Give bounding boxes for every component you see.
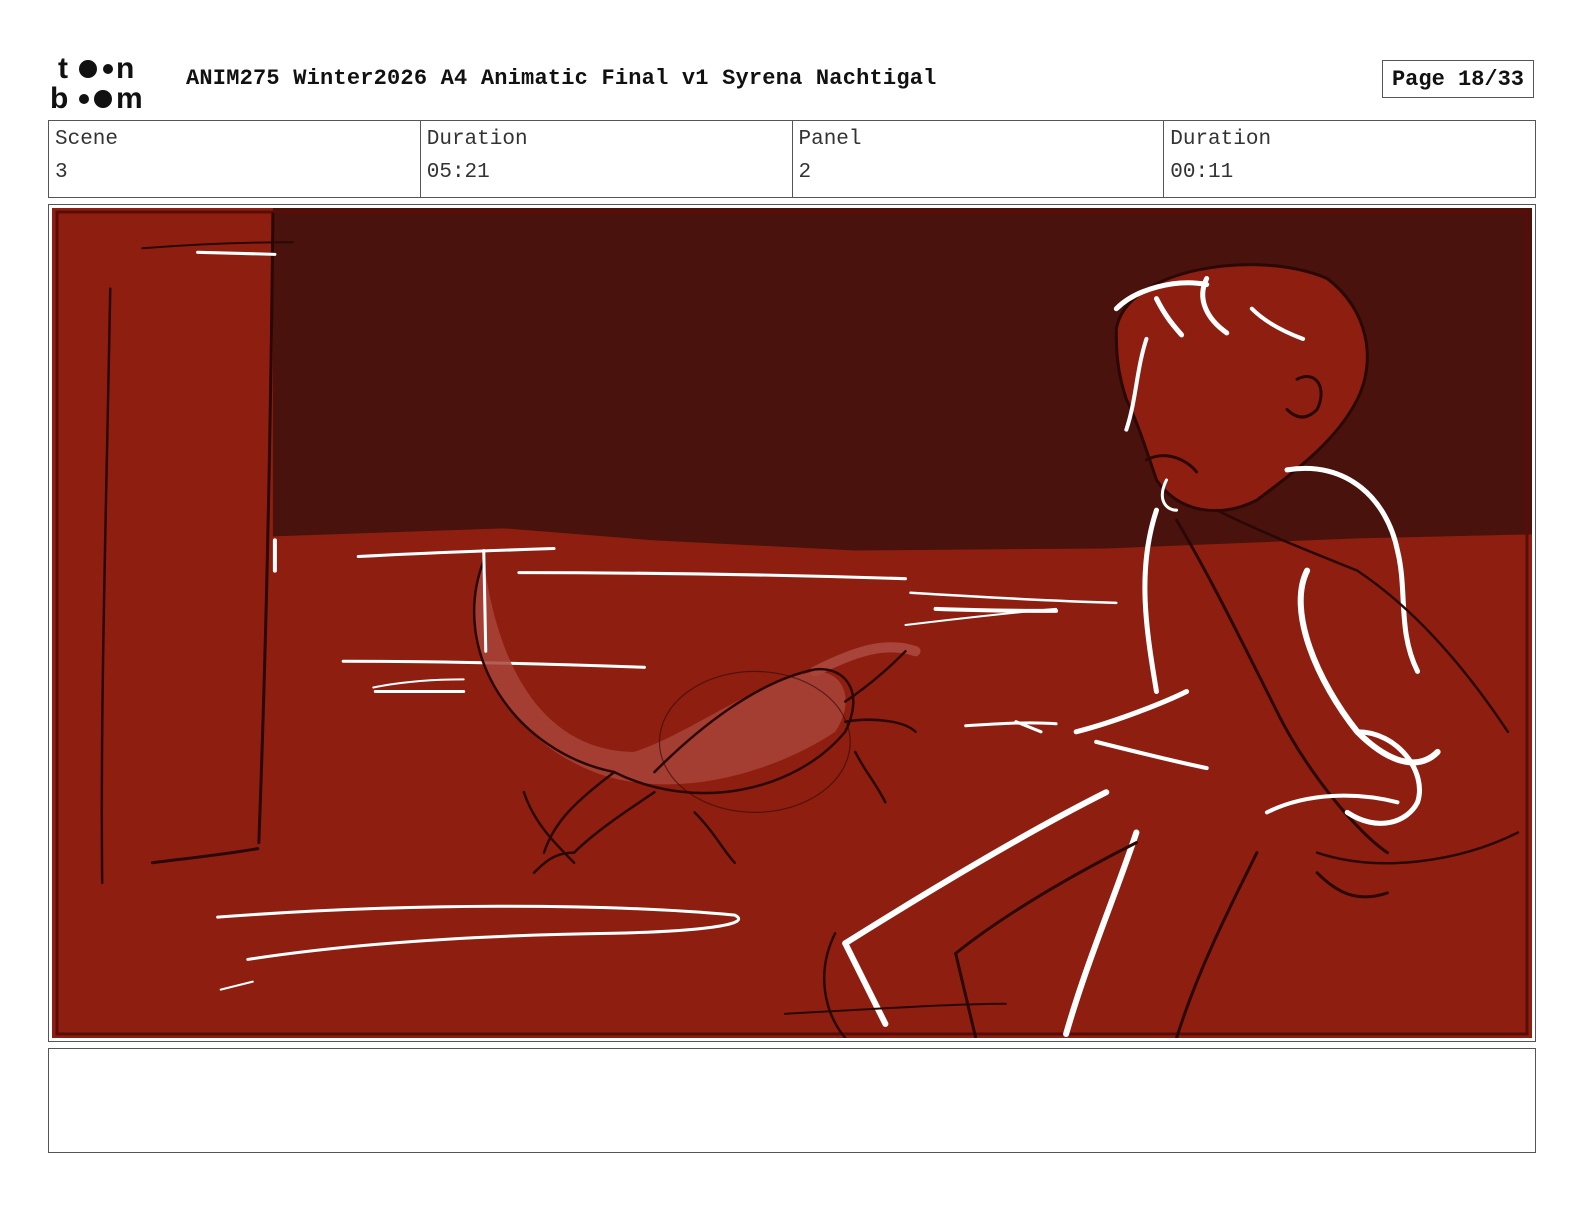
panel-notes [48, 1048, 1536, 1153]
scene-label: Scene [55, 128, 119, 151]
panel-drawing [52, 208, 1532, 1038]
scene-value: 3 [55, 161, 68, 184]
panel-duration-value: 00:11 [1170, 161, 1234, 184]
svg-text:t: t [58, 52, 68, 85]
scene-duration-label: Duration [426, 128, 528, 151]
toonboom-logo: t n b m [50, 52, 143, 112]
panel-duration-cell: Duration 00:11 [1164, 121, 1535, 197]
panel-duration-label: Duration [1170, 128, 1272, 151]
panel-value: 2 [798, 161, 812, 184]
storyboard-panel [48, 204, 1536, 1042]
svg-text:b: b [50, 82, 68, 112]
page-number-box: Page 18/33 [1382, 60, 1534, 98]
scene-info-table: Scene 3 Duration 05:21 Panel 2 Duration … [48, 120, 1536, 198]
svg-text:n: n [116, 52, 134, 85]
scene-cell: Scene 3 [49, 121, 421, 197]
panel-label: Panel [798, 128, 862, 151]
scene-duration-cell: Duration 05:21 [421, 121, 793, 197]
document-title: ANIM275 Winter2026 A4 Animatic Final v1 … [186, 66, 937, 91]
panel-cell: Panel 2 [793, 121, 1165, 197]
scene-duration-value: 05:21 [426, 161, 490, 184]
svg-text:m: m [116, 82, 143, 112]
